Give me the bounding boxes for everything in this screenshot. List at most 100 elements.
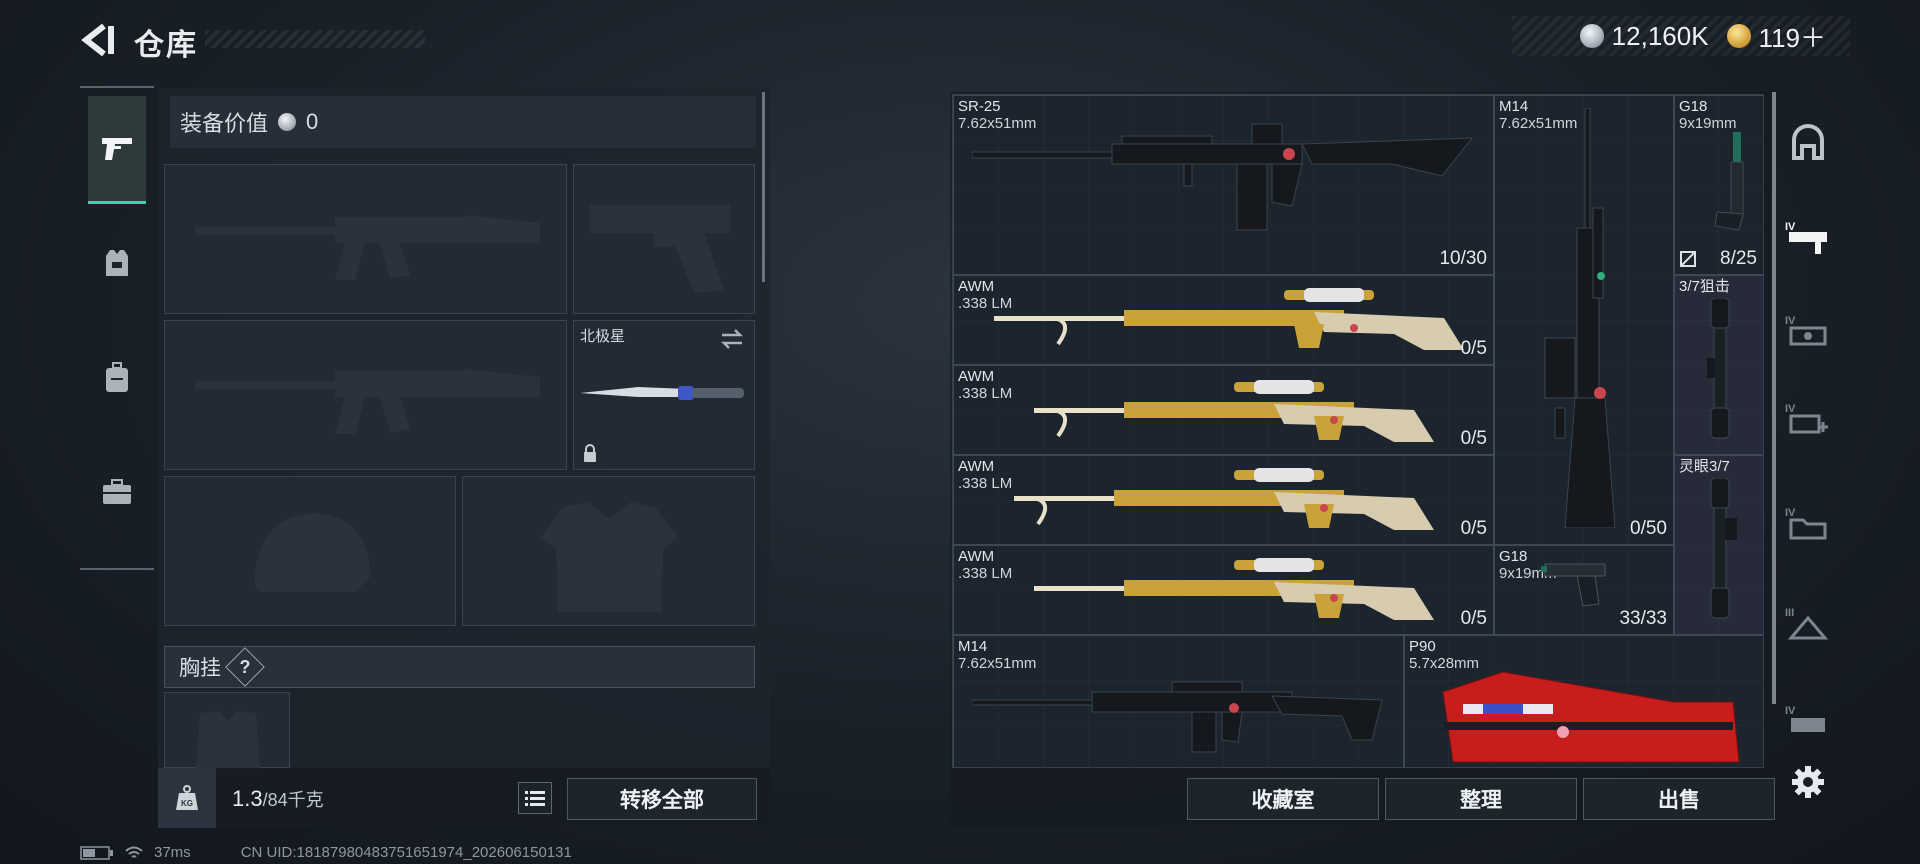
stash-tab-medical[interactable]: IV: [1782, 388, 1834, 448]
awm-rifle-image: [1034, 558, 1434, 620]
status-bar: 37ms CN UID:18187980483751651974_2026061…: [80, 844, 572, 861]
g18-pistol-image: [1541, 563, 1606, 607]
melee-slot[interactable]: 北极星: [573, 320, 755, 470]
item-name: 灵眼3/7: [1679, 458, 1730, 475]
collection-room-button[interactable]: 收藏室: [1187, 778, 1379, 820]
key-category-icon: III: [1785, 607, 1829, 640]
stash-item-scope-3-7[interactable]: 3/7狙击: [1674, 275, 1763, 455]
tab-backpack[interactable]: [88, 324, 146, 432]
stash-item-m14-vertical[interactable]: M14 7.62x51mm 0/50: [1494, 95, 1674, 545]
gear-icon: [1792, 766, 1824, 798]
ammo-count: 0/50: [1630, 518, 1667, 539]
item-name: SR-25: [958, 98, 1001, 115]
item-name: AWM: [958, 368, 995, 385]
settings-button[interactable]: [1782, 752, 1834, 812]
transfer-all-button[interactable]: 转移全部: [567, 778, 757, 820]
sort-button[interactable]: 整理: [1385, 778, 1577, 820]
silver-coin-icon: [278, 113, 297, 131]
stash-item-awm[interactable]: AWM .338 LM 0/5: [953, 275, 1494, 365]
scope-image: [1707, 298, 1730, 439]
ammo-count: 0/5: [1460, 518, 1487, 539]
awm-rifle-image: [1034, 380, 1434, 442]
secondary-weapon-slot[interactable]: [573, 164, 755, 314]
stash-tab-accessories[interactable]: IV: [1782, 300, 1834, 360]
weapon-category-icon: IV: [1785, 221, 1827, 254]
help-icon[interactable]: ?: [225, 647, 265, 687]
svg-text:KG: KG: [181, 799, 193, 808]
svg-text:IV: IV: [1785, 403, 1796, 415]
back-button[interactable]: [80, 20, 116, 60]
battery-icon: [80, 845, 113, 860]
ammo-count: 33/33: [1619, 608, 1667, 629]
item-name: P90: [1409, 638, 1436, 655]
stash-item-g18-suppressed[interactable]: G18 9x19mm 8/25: [1674, 95, 1763, 275]
sr25-rifle-image: [972, 123, 1472, 231]
equipment-value-label: 装备价值: [180, 111, 269, 136]
stash-tab-keys[interactable]: III: [1782, 592, 1834, 652]
chest-rig-header: 胸挂 ?: [164, 646, 755, 688]
stash-item-awm[interactable]: AWM .338 LM 0/5: [953, 365, 1494, 455]
weight-icon: KG: [158, 768, 216, 828]
currency-bar: 12,160K 119＋: [1512, 16, 1850, 56]
body-armor-slot[interactable]: [462, 476, 755, 626]
stash-item-g18[interactable]: G18 9x19mm 33/33: [1494, 545, 1674, 635]
svg-text:IV: IV: [1785, 507, 1796, 519]
stash-tab-materials[interactable]: IV: [1782, 492, 1834, 552]
lock-icon: [584, 444, 596, 462]
stash-item-m14[interactable]: M14 7.62x51mm: [953, 635, 1404, 767]
g18-pistol-image: [1714, 132, 1744, 231]
silver-coin-icon: [1579, 24, 1604, 48]
equipment-value: 0: [306, 109, 319, 134]
stash-tab-weapons[interactable]: IV: [1782, 206, 1834, 266]
item-caliber: 9x19mm: [1679, 115, 1737, 132]
stash-item-awm[interactable]: AWM .338 LM 0/5: [953, 545, 1494, 635]
medical-category-icon: IV: [1785, 403, 1828, 434]
user-uid: CN UID:18187980483751651974_202606150131: [240, 844, 572, 861]
tab-armor[interactable]: [88, 210, 146, 318]
helmet-slot[interactable]: [164, 476, 456, 626]
stash-tab-all[interactable]: [1782, 112, 1834, 172]
item-caliber: .338 LM: [958, 385, 1013, 402]
item-name: AWM: [958, 548, 995, 565]
vest-placeholder-icon: [541, 502, 678, 612]
back-arrow-icon: [81, 23, 114, 57]
awm-rifle-image: [994, 288, 1464, 350]
tab-weapons[interactable]: [88, 96, 146, 204]
melee-name: 北极星: [580, 328, 626, 345]
swap-icon[interactable]: [718, 327, 746, 351]
item-caliber: .338 LM: [958, 475, 1013, 492]
ammo-count: 8/25: [1720, 248, 1757, 269]
svg-text:IV: IV: [1785, 705, 1796, 717]
stash-item-awm[interactable]: AWM .338 LM 0/5: [953, 455, 1494, 545]
item-name: 3/7狙击: [1679, 278, 1730, 295]
item-name: G18: [1499, 548, 1528, 565]
page-title: 仓库: [134, 29, 198, 62]
m14-rifle-image: [972, 681, 1383, 753]
svg-text:IV: IV: [1785, 221, 1796, 233]
wifi-icon: [125, 846, 143, 858]
primary-weapon-slot-2[interactable]: [164, 320, 567, 470]
home-vault-icon: [1792, 124, 1824, 160]
stash-scrollbar[interactable]: [1772, 92, 1776, 704]
loadout-scrollbar[interactable]: [762, 92, 765, 282]
rifle-placeholder-icon: [195, 369, 540, 434]
stash-item-sr25[interactable]: SR-25 7.62x51mm 10/30: [953, 95, 1494, 275]
m14-rifle-image: [1544, 108, 1616, 528]
armor-vest-icon: [106, 250, 128, 276]
weight-readout: 1.3/84千克: [232, 786, 324, 812]
pistol-placeholder-icon: [590, 205, 730, 293]
stash-tab-misc[interactable]: IV: [1782, 690, 1834, 750]
sell-button[interactable]: 出售: [1583, 778, 1775, 820]
stash-item-p90[interactable]: P90 5.7x28mm: [1404, 635, 1763, 767]
briefcase-icon: [103, 479, 131, 504]
backpack-icon: [106, 362, 128, 392]
tab-case[interactable]: [88, 438, 146, 546]
primary-weapon-slot-1[interactable]: [164, 164, 567, 314]
stash-item-scope-spirit-eye[interactable]: 灵眼3/7: [1674, 455, 1763, 635]
list-view-button[interactable]: [518, 782, 552, 814]
ammo-count: 0/5: [1460, 428, 1487, 449]
list-icon: [525, 791, 545, 806]
weight-max: /84千克: [262, 790, 324, 810]
chest-rig-slot[interactable]: [164, 692, 290, 769]
gold-amount[interactable]: 119＋: [1759, 18, 1826, 55]
